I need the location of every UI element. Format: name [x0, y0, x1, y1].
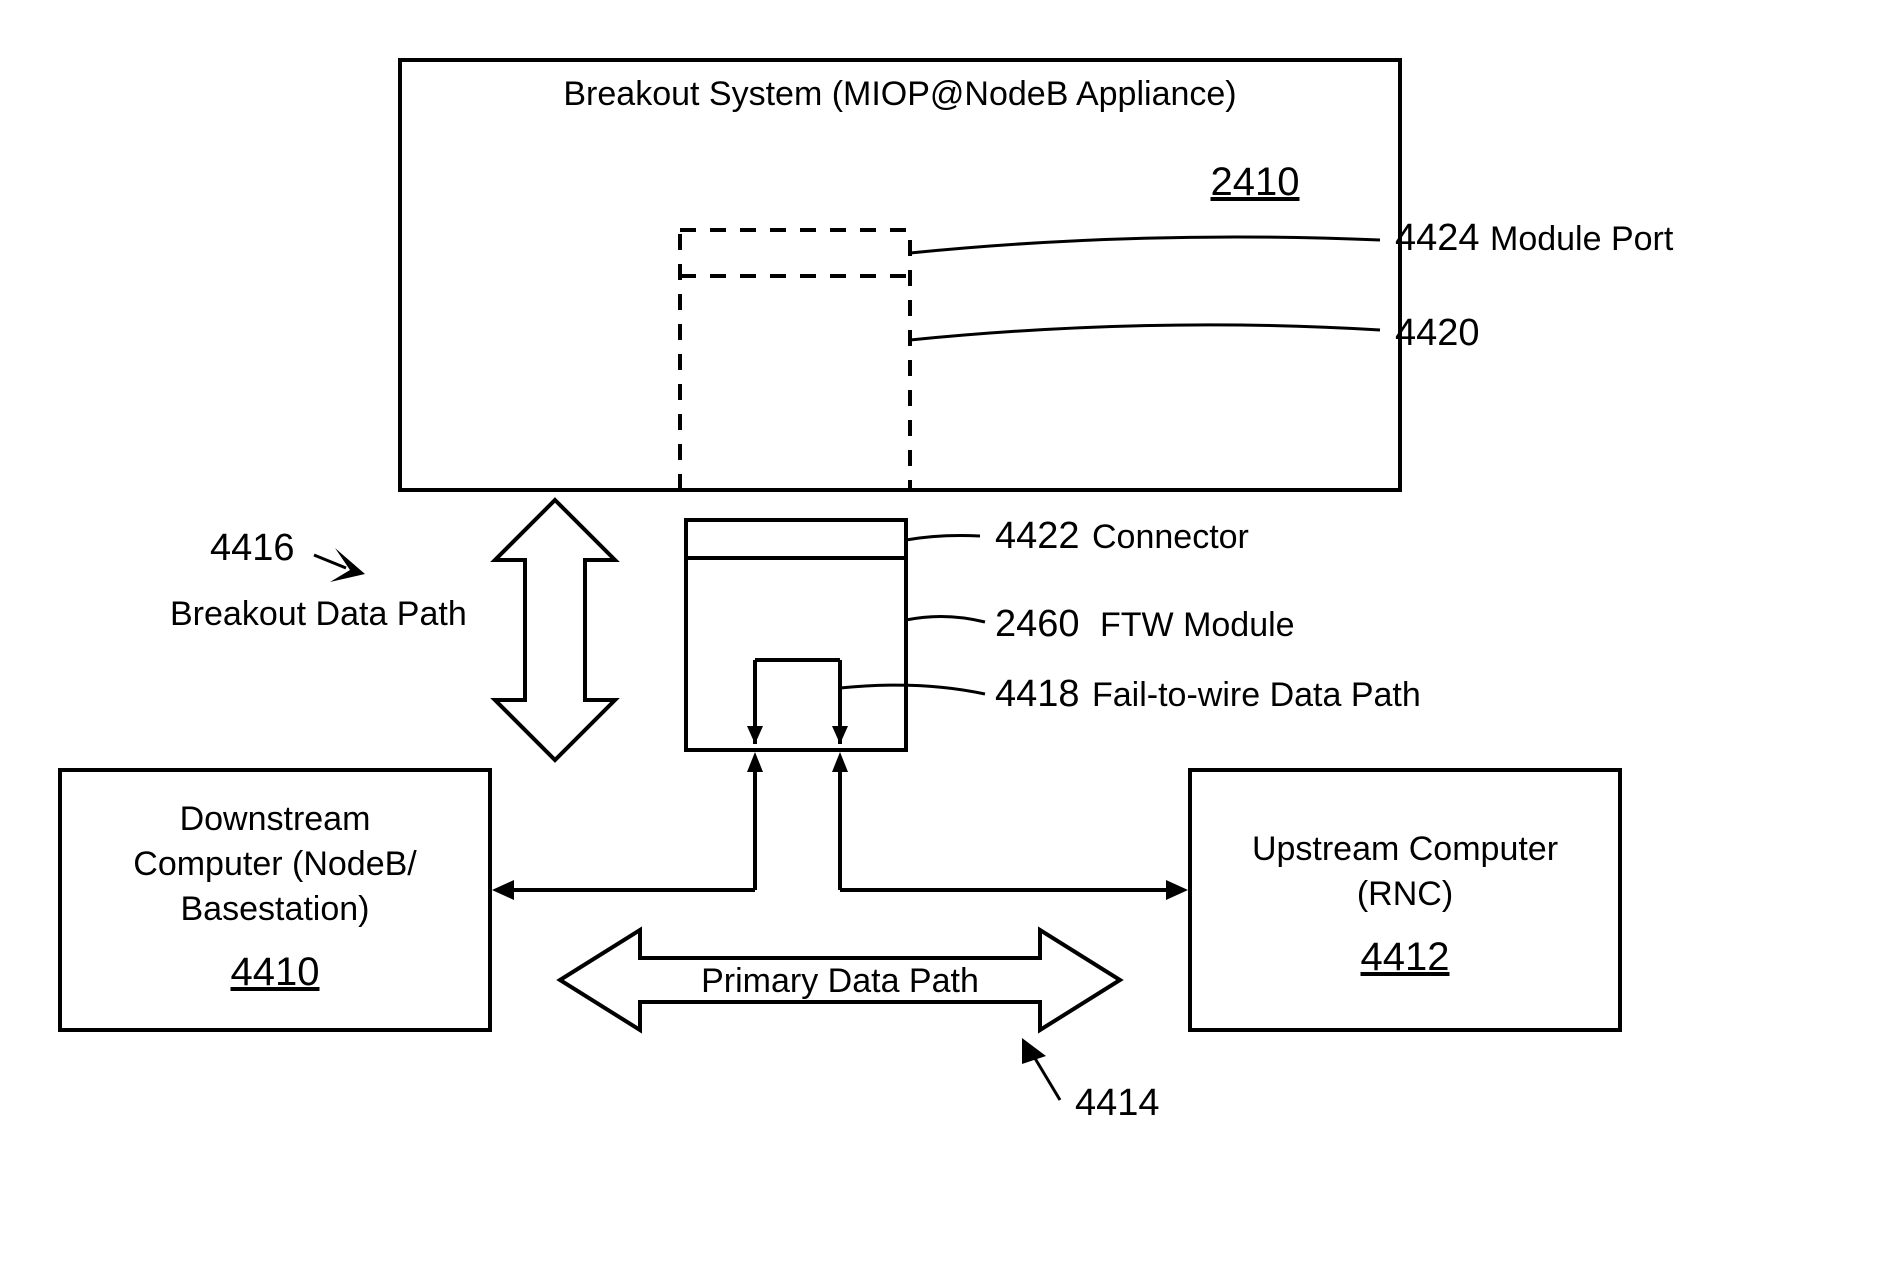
label-4416-text: Breakout Data Path: [170, 595, 467, 633]
label-4422: 4422 Connector: [906, 515, 1249, 557]
upstream-ref: 4412: [1361, 935, 1450, 979]
ref-4420: 4420: [1395, 312, 1480, 354]
label-2460: 2460 FTW Module: [906, 603, 1295, 645]
label-4424-text: Module Port: [1490, 220, 1674, 258]
upstream-to-ftw-link: [832, 752, 1188, 900]
downstream-to-ftw-link: [492, 752, 763, 900]
label-4422-text: Connector: [1092, 518, 1249, 556]
ftw-module-box: [686, 520, 906, 750]
label-4418: 4418 Fail-to-wire Data Path: [840, 673, 1421, 715]
ref-4424: 4424: [1395, 217, 1480, 259]
upstream-box: Upstream Computer (RNC) 4412: [1190, 770, 1620, 1030]
ref-4416: 4416: [210, 527, 295, 569]
module-port-area: [680, 230, 910, 490]
label-2460-text: FTW Module: [1100, 606, 1295, 644]
downstream-box: Downstream Computer (NodeB/ Basestation)…: [60, 770, 490, 1030]
upstream-line1: Upstream Computer: [1252, 830, 1558, 868]
ref-4422: 4422: [995, 515, 1080, 557]
label-4420: 4420: [910, 312, 1480, 354]
ref-4414: 4414: [1075, 1082, 1160, 1124]
breakout-title: Breakout System (MIOP@NodeB Appliance): [563, 75, 1236, 113]
label-4416: 4416 Breakout Data Path: [170, 527, 467, 633]
ref-4418: 4418: [995, 673, 1080, 715]
ftw-inner-path: [747, 660, 848, 744]
primary-data-path-arrow: Primary Data Path: [560, 930, 1120, 1030]
label-4414: 4414: [1022, 1038, 1160, 1124]
breakout-ref: 2410: [1211, 160, 1300, 204]
downstream-line1: Downstream: [180, 800, 371, 838]
downstream-line2: Computer (NodeB/: [133, 845, 417, 883]
ref-2460: 2460: [995, 603, 1080, 645]
diagram-canvas: Breakout System (MIOP@NodeB Appliance) 2…: [0, 0, 1880, 1268]
breakout-data-path-arrow: [495, 500, 615, 760]
label-4424: 4424 Module Port: [910, 217, 1674, 259]
downstream-ref: 4410: [231, 950, 320, 994]
upstream-line2: (RNC): [1357, 875, 1453, 913]
primary-path-label: Primary Data Path: [701, 962, 979, 1000]
downstream-line3: Basestation): [181, 890, 370, 928]
label-4418-text: Fail-to-wire Data Path: [1092, 676, 1421, 714]
